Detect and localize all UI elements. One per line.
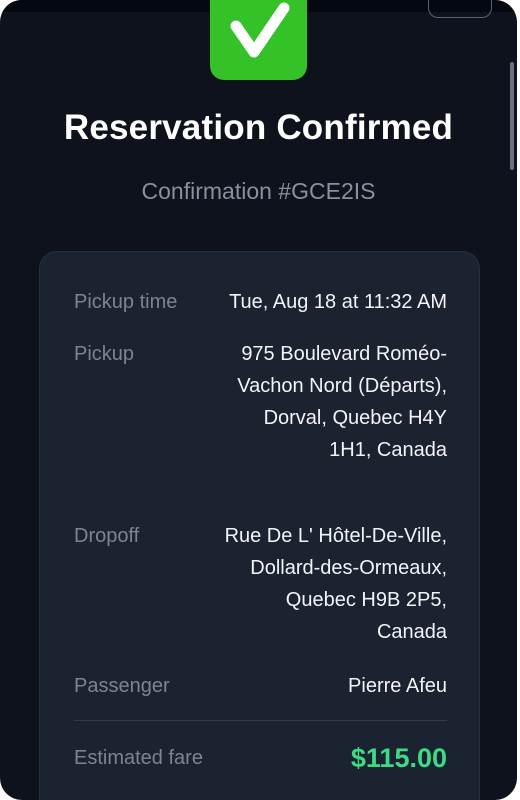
success-badge [210,0,307,80]
reservation-details-card: Pickup time Tue, Aug 18 at 11:32 AM Pick… [39,251,480,800]
checkmark-icon [224,2,294,62]
dropoff-address: Rue De L' Hôtel-De-Ville, Dollard-des-Or… [224,525,447,643]
pickup-address: 975 Boulevard Roméo-Vachon Nord (Départs… [237,343,447,461]
passenger-label: Passenger [74,675,170,697]
page-title: Reservation Confirmed [63,108,454,147]
pickup-label: Pickup [74,343,135,365]
confirmation-number: Confirmation #GCE2IS [141,178,376,204]
divider [74,720,447,721]
pickup-time-label: Pickup time [74,291,178,313]
confirmation-screen: Reservation Confirmed Confirmation #GCE2… [0,0,517,800]
fare-label: Estimated fare [74,747,203,769]
fare-amount: $115.00 [350,743,447,773]
passenger-name: Pierre Afeu [348,675,447,697]
close-button[interactable] [428,0,492,18]
dropoff-label: Dropoff [74,525,140,547]
pickup-time-value: Tue, Aug 18 at 11:32 AM [229,291,447,313]
